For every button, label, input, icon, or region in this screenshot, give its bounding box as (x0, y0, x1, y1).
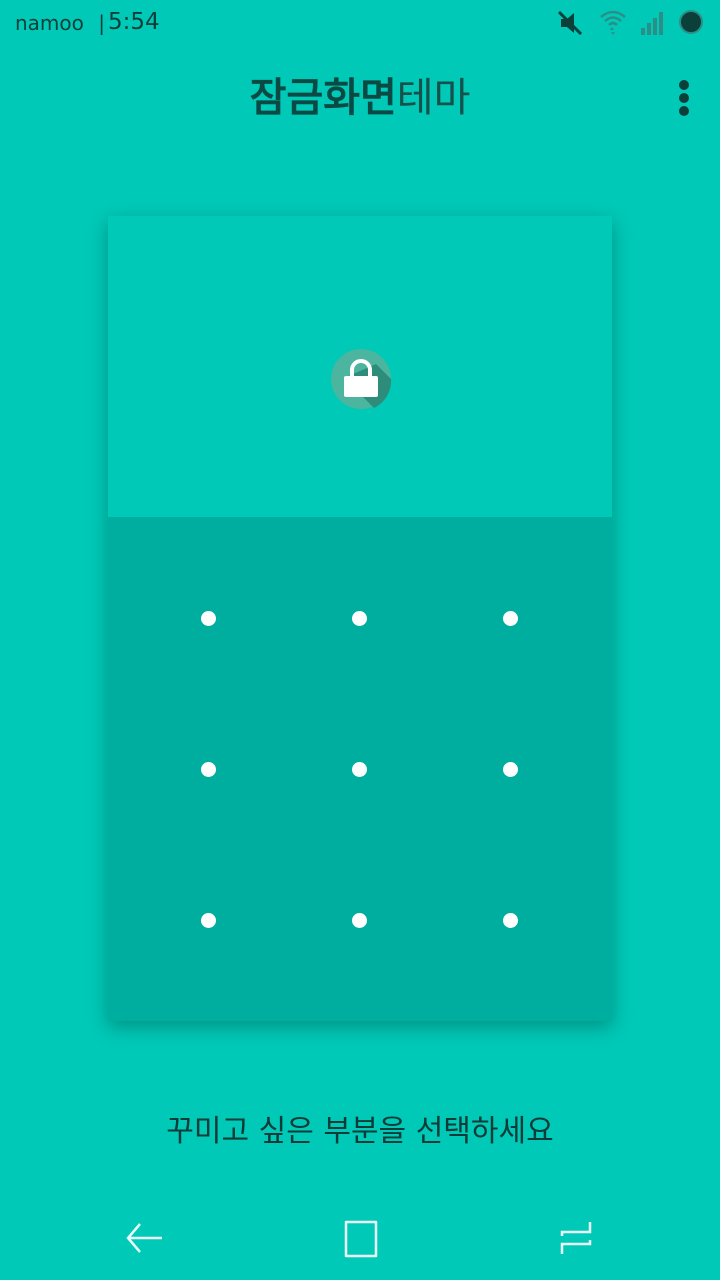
page-title-light: 테마 (396, 75, 471, 121)
pattern-dot (201, 762, 216, 777)
page-title-bold: 잠금화면 (249, 75, 397, 121)
signal-icon (641, 12, 663, 35)
recent-apps-icon[interactable] (554, 1218, 598, 1262)
carrier-label: namoo | (15, 11, 105, 35)
home-icon[interactable] (338, 1218, 382, 1262)
wifi-icon (600, 10, 626, 35)
battery-icon (679, 10, 703, 34)
pattern-dot (503, 762, 518, 777)
pattern-dot (352, 913, 367, 928)
pattern-dot (352, 762, 367, 777)
lockscreen-theme-screen: namoo | 5:54 잠금화면테마 꾸미고 싶은 부분을 선택하세요 (0, 0, 720, 1280)
navigation-bar (0, 1200, 720, 1280)
preview-top-area[interactable] (108, 216, 612, 517)
lockscreen-preview (108, 216, 612, 1021)
mute-icon (557, 10, 583, 36)
pattern-dot (503, 913, 518, 928)
pattern-dot (352, 611, 367, 626)
carrier-separator: | (98, 11, 105, 35)
more-vert-icon (679, 80, 689, 90)
pattern-dot (201, 611, 216, 626)
page-title: 잠금화면테마 (0, 70, 720, 126)
pattern-area[interactable] (108, 517, 612, 1021)
pattern-dot (201, 913, 216, 928)
status-bar: namoo | 5:54 (0, 0, 720, 46)
carrier-name: namoo (15, 11, 84, 35)
clock: 5:54 (108, 9, 160, 35)
more-options-button[interactable] (664, 76, 704, 120)
back-icon[interactable] (122, 1218, 166, 1262)
lock-icon (331, 349, 392, 409)
hint-text: 꾸미고 싶은 부분을 선택하세요 (166, 1114, 554, 1149)
pattern-dot (503, 611, 518, 626)
